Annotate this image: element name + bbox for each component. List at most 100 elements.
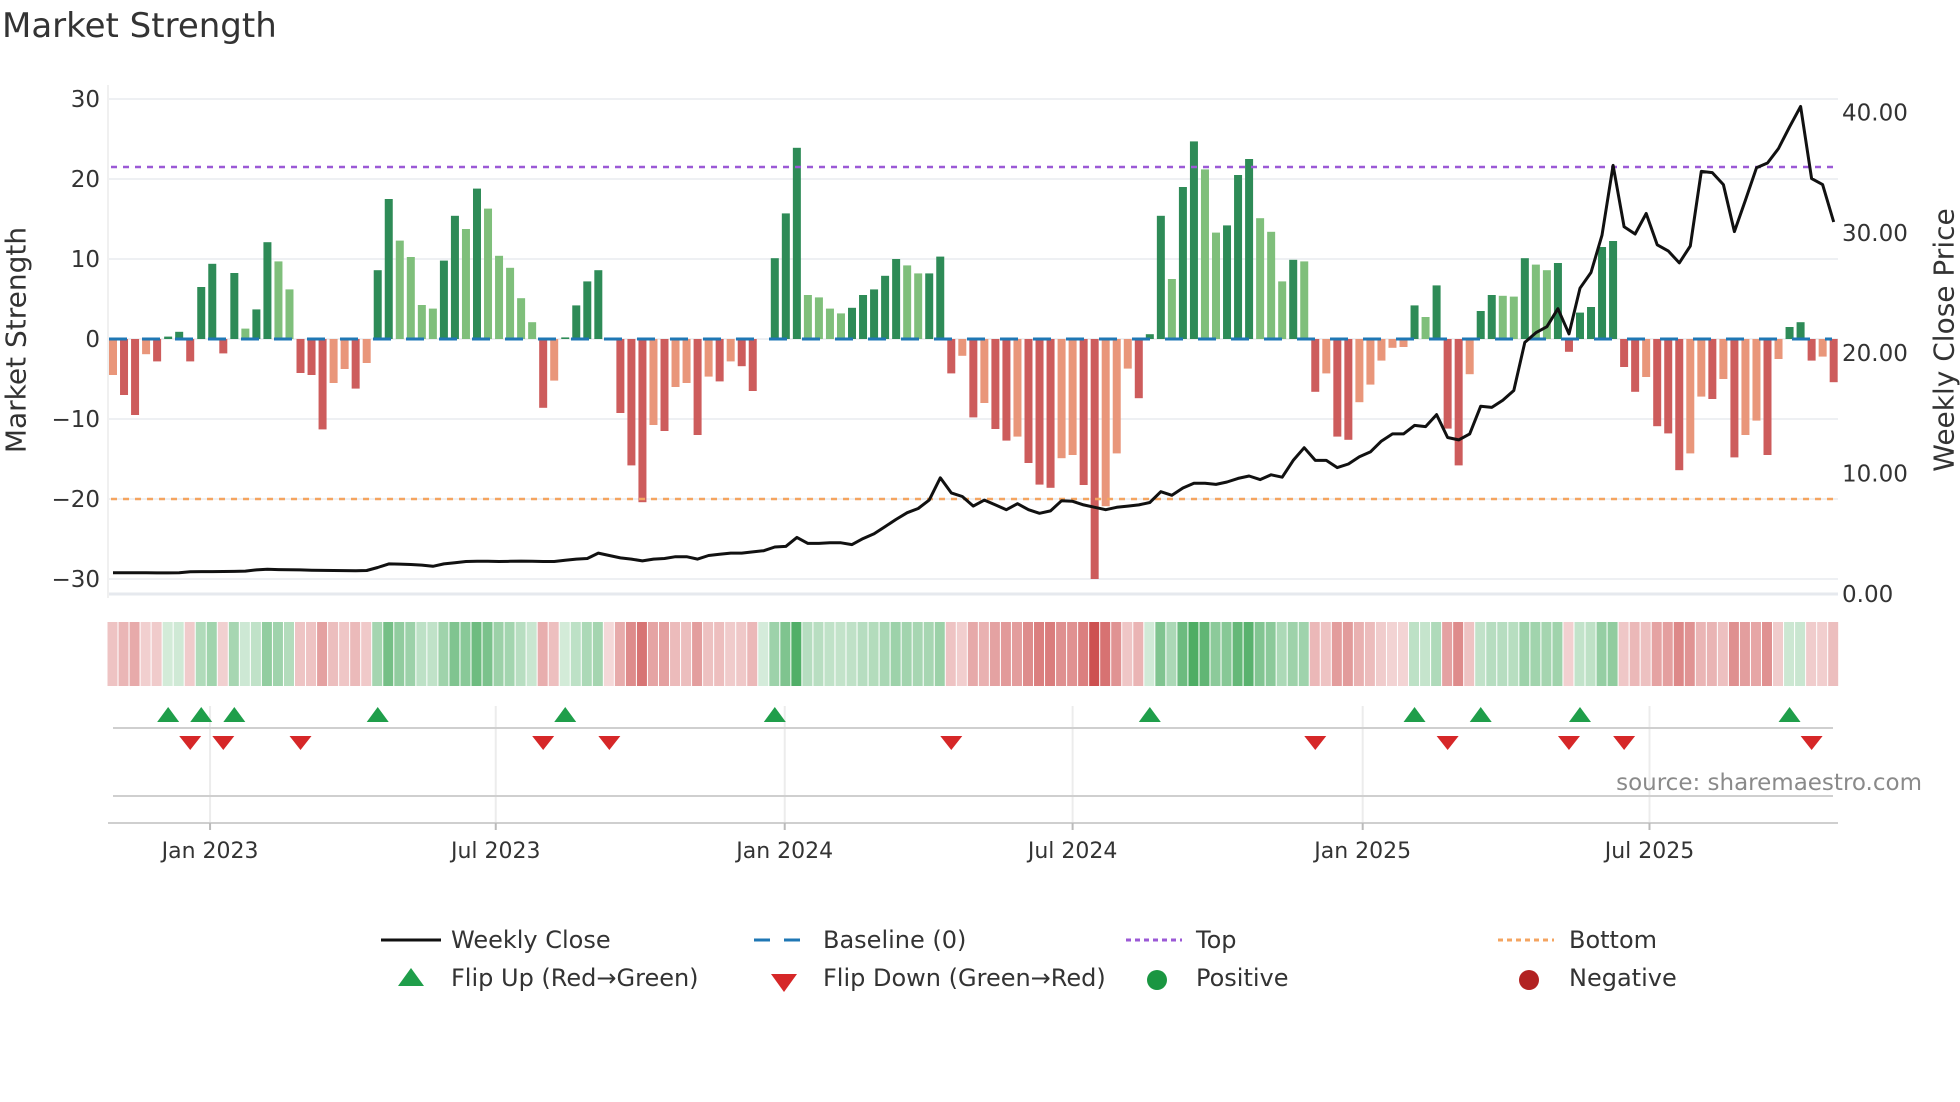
strength-bar — [781, 213, 790, 339]
strength-strip-cell — [1320, 622, 1331, 686]
y2-tick-label: 30.00 — [1842, 221, 1908, 247]
strength-strip-cell — [1717, 622, 1728, 686]
strength-strip-cell — [603, 622, 614, 686]
strength-strip-cell — [923, 622, 934, 686]
strength-strip-cell — [1111, 622, 1122, 686]
strength-strip-cell — [151, 622, 162, 686]
strength-bar — [594, 270, 603, 339]
dashed-line-swatch-icon — [754, 938, 810, 942]
strength-bar — [1278, 281, 1287, 339]
flip-down-marker — [1557, 736, 1580, 750]
strength-bar — [947, 339, 956, 374]
strength-strip-cell — [681, 622, 692, 686]
strength-strip-cell — [1739, 622, 1750, 686]
strength-bar — [914, 273, 923, 339]
strength-strip-cell — [1133, 622, 1144, 686]
legend-label-weekly-close: Weekly Close — [451, 926, 611, 954]
strength-strip-cell — [868, 622, 879, 686]
strength-bar — [1079, 339, 1088, 485]
strength-bar — [1388, 339, 1397, 348]
strength-strip-cell — [1541, 622, 1552, 686]
x-tick-label: Jul 2024 — [1026, 839, 1118, 864]
flip-up-marker — [366, 707, 389, 722]
strength-bar — [1730, 339, 1739, 458]
strength-strip-cell — [570, 622, 581, 686]
legend-item-positive — [1142, 964, 1172, 998]
strength-bar — [1344, 339, 1353, 440]
strength-bar — [803, 295, 812, 339]
strength-bar — [892, 259, 901, 339]
strength-strip-cell — [394, 622, 405, 686]
strength-strip-cell — [272, 622, 283, 686]
strength-bar — [583, 281, 592, 339]
strength-strip-cell — [890, 622, 901, 686]
y-tick-label: −30 — [51, 567, 100, 593]
strength-bar — [1642, 339, 1651, 377]
strength-bar — [351, 339, 360, 389]
strength-strip-cell — [1486, 622, 1497, 686]
strength-bar — [848, 307, 857, 339]
flip-up-marker — [1469, 707, 1492, 722]
strength-strip-cell — [140, 622, 151, 686]
strength-strip-cell — [1409, 622, 1420, 686]
strength-strip-cell — [1618, 622, 1629, 686]
strength-strip-cell — [978, 622, 989, 686]
strength-bar — [252, 309, 261, 339]
strength-bar — [1774, 339, 1783, 359]
strength-strip-cell — [1762, 622, 1772, 686]
strength-strip-cell — [107, 622, 118, 686]
flip-down-marker — [940, 736, 963, 750]
strength-strip-cell — [129, 622, 140, 686]
strength-bar — [1013, 339, 1022, 437]
strength-bar — [1785, 327, 1794, 339]
strength-bar — [1134, 339, 1143, 399]
source-label: source: sharemaestro.com — [1616, 770, 1922, 796]
strength-strip-cell — [1386, 622, 1397, 686]
strength-strip-cell — [625, 622, 636, 686]
strength-bar — [572, 305, 581, 339]
legend-label-negative: Negative — [1569, 964, 1677, 992]
dotted-line-swatch-icon — [1126, 938, 1182, 942]
strength-bar — [274, 261, 283, 339]
strength-bar — [1200, 169, 1209, 339]
strength-bar — [1234, 175, 1243, 339]
strength-bar — [395, 240, 404, 339]
strength-bar — [925, 273, 934, 339]
strength-bar — [1410, 305, 1419, 339]
strength-strip-cell — [438, 622, 449, 686]
y2-tick-label: 20.00 — [1842, 341, 1908, 367]
strength-bar — [1112, 339, 1121, 454]
strength-strip-cell — [989, 622, 1000, 686]
strength-strip-cell — [703, 622, 714, 686]
x-tick-label: Jan 2023 — [160, 839, 259, 864]
strength-bar — [1598, 247, 1607, 339]
strength-bar — [1587, 307, 1596, 339]
strength-bar — [958, 339, 967, 356]
strength-bar — [1476, 311, 1485, 339]
strength-strip-cell — [647, 622, 658, 686]
flip-down-marker — [1800, 736, 1823, 750]
strength-strip-cell — [1067, 622, 1078, 686]
strength-bar — [1167, 279, 1176, 339]
strength-strip-cell — [295, 622, 306, 686]
strength-bar — [484, 208, 493, 339]
strength-bar — [1664, 339, 1673, 434]
strength-strip-cell — [1585, 622, 1596, 686]
strength-bar — [671, 339, 680, 387]
flip-down-marker — [1613, 736, 1636, 750]
flip-up-marker — [1568, 707, 1591, 722]
strength-bar — [1245, 159, 1254, 339]
strength-strip-cell — [1806, 622, 1817, 686]
strength-bar — [1212, 232, 1220, 339]
flip-down-marker — [212, 736, 235, 750]
legend-label-flip-down: Flip Down (Green→Red) — [823, 964, 1106, 992]
strength-strip-cell — [614, 622, 625, 686]
strength-strip-cell — [1464, 622, 1475, 686]
strength-strip-cell — [1177, 622, 1188, 686]
strength-strip-cell — [1375, 622, 1386, 686]
strength-strip-cell — [835, 622, 846, 686]
strength-strip-cell — [945, 622, 956, 686]
strength-bar — [980, 339, 989, 403]
triangle-up-icon — [398, 968, 424, 986]
strength-bar — [825, 308, 834, 339]
